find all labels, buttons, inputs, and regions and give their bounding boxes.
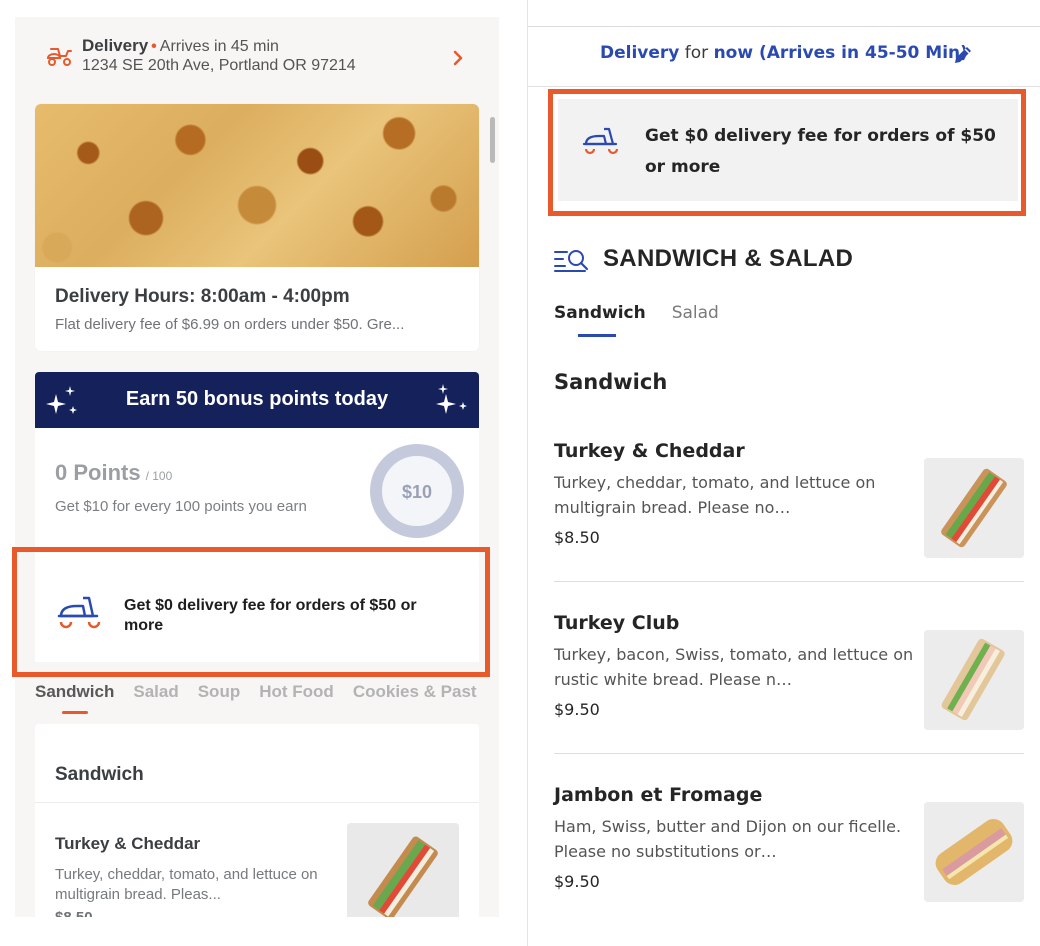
bonus-banner-text: Earn 50 bonus points today xyxy=(125,388,389,410)
points-description: Get $10 for every 100 points you earn xyxy=(55,498,307,515)
item-price: $9.50 xyxy=(554,872,600,891)
reward-amount: $10 xyxy=(402,482,432,502)
divider xyxy=(528,26,1040,27)
scrollbar-thumb[interactable] xyxy=(490,117,495,163)
item-price: $9.50 xyxy=(554,700,600,719)
tab-sandwich[interactable]: Sandwich xyxy=(35,682,114,702)
promo-highlight-box xyxy=(548,89,1026,216)
delivery-fee-note: Flat delivery fee of $6.99 on orders und… xyxy=(55,316,405,333)
item-name: Turkey & Cheddar xyxy=(554,440,745,462)
delivery-time-link[interactable]: now (Arrives in 45-50 Min) xyxy=(714,43,968,63)
category-title: SANDWICH & SALAD xyxy=(603,245,854,272)
tab-salad[interactable]: Salad xyxy=(672,303,719,323)
item-description: Turkey, cheddar, tomato, and lettuce on … xyxy=(55,866,318,903)
item-description: Turkey, bacon, Swiss, tomato, and lettuc… xyxy=(554,645,914,689)
menu-subcategory-tabs: Sandwich Salad xyxy=(554,303,745,323)
delivery-address: 1234 SE 20th Ave, Portland OR 97214 xyxy=(82,57,356,74)
delivery-summary: Delivery • Arrives in 45 min xyxy=(82,36,279,56)
scooter-icon xyxy=(46,48,72,66)
delivery-info-card[interactable]: Delivery Hours: 8:00am - 4:00pm Flat del… xyxy=(35,104,479,351)
menu-item[interactable]: Turkey & Cheddar Turkey, cheddar, tomato… xyxy=(554,440,1024,612)
sparkle-icon xyxy=(436,384,467,414)
tab-salad[interactable]: Salad xyxy=(133,682,178,702)
pencil-icon[interactable] xyxy=(952,44,974,66)
for-label: for xyxy=(684,43,709,63)
menu-category-tabs: Sandwich Salad Soup Hot Food Cookies & Past xyxy=(35,682,496,714)
mac-and-cheese-image xyxy=(35,104,479,267)
tab-sandwich[interactable]: Sandwich xyxy=(554,303,646,323)
points-goal: / 100 xyxy=(145,469,173,483)
divider xyxy=(554,753,1024,754)
points-value: 0 Points xyxy=(55,460,141,485)
delivery-selector[interactable]: Delivery • Arrives in 45 min 1234 SE 20th … xyxy=(15,17,499,97)
rewards-card: Earn 50 bonus points today 0 Points / 100… xyxy=(35,372,479,567)
baguette-sandwich-image xyxy=(924,802,1024,902)
delivery-time-selector[interactable]: Delivery for now (Arrives in 45-50 Min) xyxy=(600,43,968,63)
active-tab-indicator xyxy=(578,334,616,337)
delivery-mode[interactable]: Delivery xyxy=(600,43,679,63)
sandwich-image xyxy=(924,458,1024,558)
menu-section: Sandwich Turkey & Cheddar Turkey, chedda… xyxy=(35,724,479,917)
separator-dot: • xyxy=(151,38,157,55)
section-title: Sandwich xyxy=(554,370,668,394)
menu-item[interactable]: Jambon et Fromage Ham, Swiss, butter and… xyxy=(554,784,1024,946)
active-tab-indicator xyxy=(62,711,88,714)
delivery-eta: Arrives in 45 min xyxy=(159,38,279,55)
points-balance: 0 Points / 100 xyxy=(55,460,172,486)
sandwich-image xyxy=(924,630,1024,730)
divider xyxy=(554,581,1024,582)
chevron-right-icon[interactable] xyxy=(452,49,464,67)
tab-soup[interactable]: Soup xyxy=(198,682,241,702)
points-progress-ring: $10 xyxy=(370,444,464,538)
delivery-hours-title: Delivery Hours: 8:00am - 4:00pm xyxy=(55,286,350,307)
mobile-order-panel: Delivery • Arrives in 45 min 1234 SE 20th … xyxy=(15,17,499,917)
tab-cookies-pastries[interactable]: Cookies & Past xyxy=(353,682,477,702)
divider xyxy=(35,802,479,803)
tab-hot-food[interactable]: Hot Food xyxy=(259,682,334,702)
item-price: $8.50 xyxy=(55,909,93,917)
item-description: Ham, Swiss, butter and Dijon on our fice… xyxy=(554,817,902,861)
item-name: Jambon et Fromage xyxy=(554,784,763,806)
item-description: Turkey, cheddar, tomato, and lettuce on … xyxy=(554,473,876,517)
section-title: Sandwich xyxy=(55,764,144,785)
item-price: $8.50 xyxy=(554,528,600,547)
item-name: Turkey Club xyxy=(554,612,680,634)
bonus-banner: Earn 50 bonus points today xyxy=(35,372,479,428)
search-list-icon[interactable] xyxy=(554,247,590,273)
menu-item[interactable]: Turkey Club Turkey, bacon, Swiss, tomato… xyxy=(554,612,1024,784)
promo-highlight-box xyxy=(12,547,490,677)
delivery-mode: Delivery xyxy=(82,36,149,55)
sandwich-image xyxy=(347,823,459,917)
divider xyxy=(528,86,1040,87)
item-name: Turkey & Cheddar xyxy=(55,834,201,853)
